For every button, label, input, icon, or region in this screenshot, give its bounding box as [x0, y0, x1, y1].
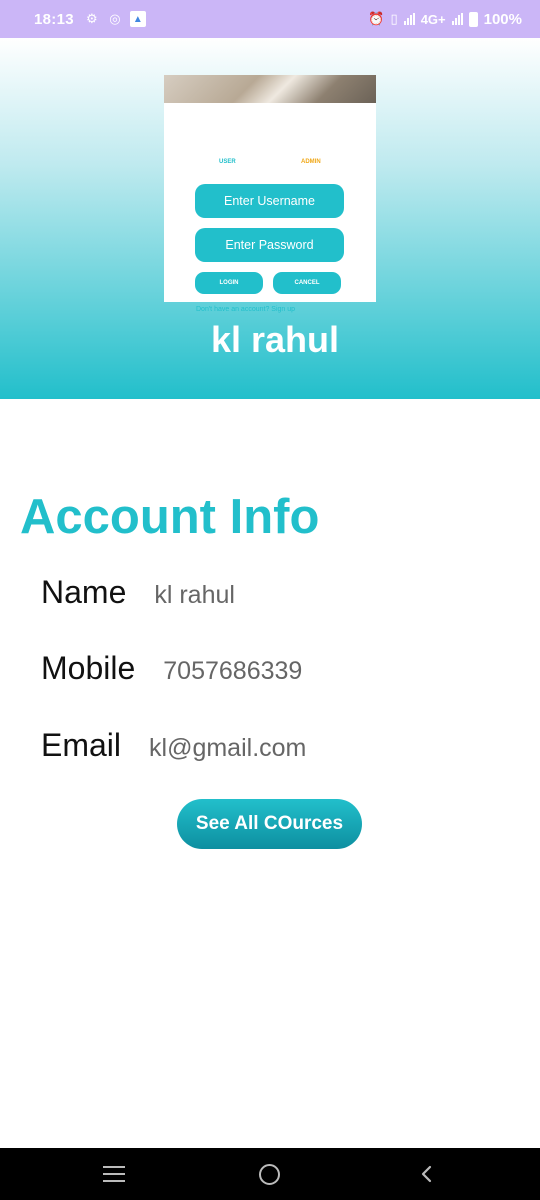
alarm-icon: ⏰ — [368, 11, 385, 26]
preview-login-button: LOGIN — [195, 272, 263, 294]
see-all-courses-button[interactable]: See All COurces — [177, 799, 362, 849]
account-info-title: Account Info — [20, 490, 320, 544]
music-icon: ◎ — [109, 11, 121, 26]
status-time: 18:13 — [34, 10, 74, 28]
name-row: Name kl rahul — [41, 574, 235, 611]
profile-header: USER ADMIN Enter Username Enter Password… — [0, 38, 540, 399]
system-nav-bar — [0, 1148, 540, 1200]
signal-icon-2 — [451, 13, 463, 25]
email-value: kl@gmail.com — [149, 734, 307, 762]
home-icon[interactable] — [259, 1164, 280, 1185]
settings-icon: ⚙ — [86, 11, 98, 26]
battery-percent: 100% — [483, 10, 522, 28]
menu-icon[interactable] — [103, 1166, 125, 1182]
back-icon[interactable] — [418, 1165, 436, 1183]
app-notification-icon: ▲ — [129, 11, 146, 27]
preview-password-field: Enter Password — [195, 228, 344, 262]
name-value: kl rahul — [154, 581, 235, 609]
network-type: 4G+ — [420, 11, 446, 27]
preview-cancel-button: CANCEL — [273, 272, 341, 294]
preview-tab-user: USER — [219, 159, 236, 165]
status-bar: 18:13 ⚙ ◎ ▲ ⏰ ▯ 4G+ 100% — [0, 0, 540, 38]
preview-tab-admin: ADMIN — [301, 159, 321, 165]
profile-name: kl rahul — [210, 319, 340, 360]
mobile-value: 7057686339 — [163, 657, 303, 685]
status-right: ⏰ ▯ 4G+ 100% — [368, 11, 522, 28]
email-label: Email — [41, 727, 122, 763]
battery-icon — [468, 11, 478, 27]
preview-photo — [164, 75, 376, 103]
name-label: Name — [41, 574, 127, 610]
signal-icon — [403, 13, 415, 25]
email-row: Email kl@gmail.com — [41, 727, 306, 764]
profile-image: USER ADMIN Enter Username Enter Password… — [164, 75, 376, 313]
vibrate-icon: ▯ — [390, 11, 398, 26]
mobile-label: Mobile — [41, 650, 136, 686]
mobile-row: Mobile 7057686339 — [41, 650, 302, 687]
preview-signup-link: Don't have an account? Sign up — [196, 306, 296, 313]
preview-username-field: Enter Username — [195, 184, 344, 218]
